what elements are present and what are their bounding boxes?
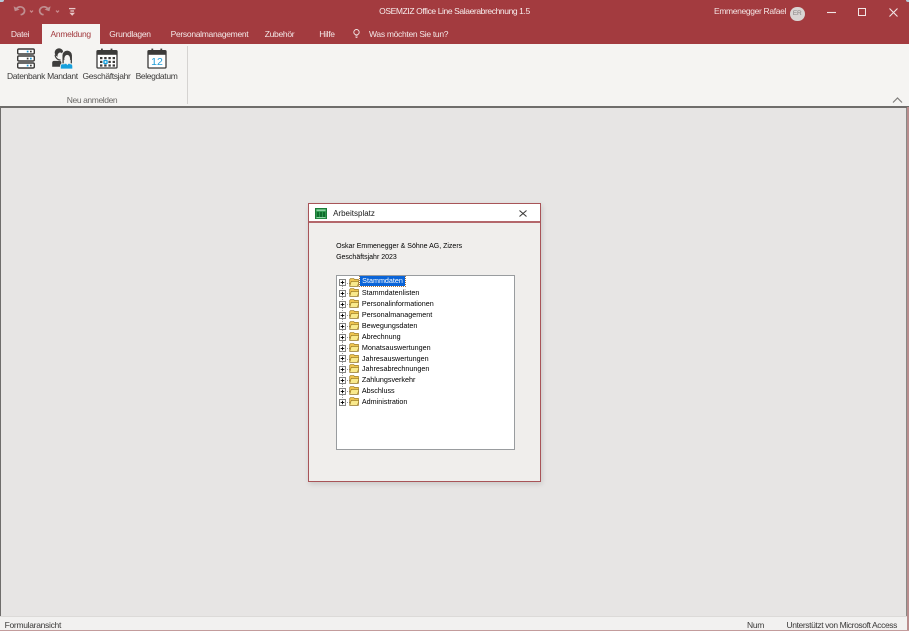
svg-text:12: 12 [151, 56, 163, 68]
